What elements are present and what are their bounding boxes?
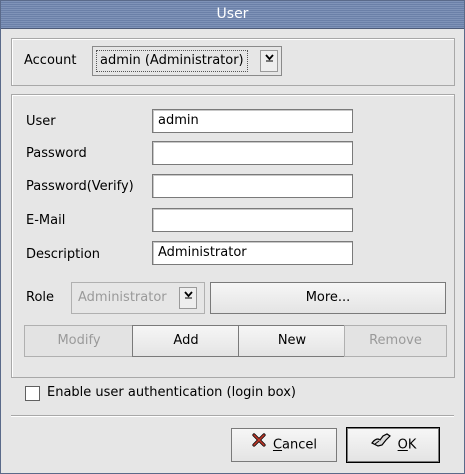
ok-button-label: K (407, 437, 417, 453)
add-button-label: Add (173, 333, 199, 348)
more-button-label: More... (305, 290, 351, 305)
new-button-label: New (277, 333, 307, 348)
chevron-down-icon[interactable] (260, 50, 278, 72)
password-field[interactable] (152, 141, 353, 165)
user-field[interactable]: admin (152, 109, 353, 133)
window-titlebar[interactable]: User (1, 1, 464, 29)
cancel-button[interactable]: Cancel (231, 428, 337, 462)
password-verify-field[interactable] (152, 174, 353, 198)
cancel-x-icon (251, 429, 267, 461)
auth-checkbox[interactable] (25, 386, 40, 401)
remove-button-label: Remove (369, 333, 422, 348)
ok-button[interactable]: OK (347, 428, 439, 462)
email-field[interactable] (152, 208, 353, 232)
role-label: Role (26, 290, 55, 305)
chevron-down-icon (179, 287, 197, 309)
description-label: Description (26, 247, 101, 262)
footer-divider (11, 415, 454, 417)
account-label: Account (24, 53, 77, 68)
role-combo: Administrator (71, 282, 205, 314)
account-combo-value: admin (Administrator) (96, 50, 248, 72)
new-button[interactable]: New (238, 325, 346, 357)
password-verify-label: Password(Verify) (26, 179, 134, 194)
more-button[interactable]: More... (210, 282, 446, 314)
user-dialog-window: User Account admin (Administrator) User … (0, 0, 465, 474)
email-label: E-Mail (26, 213, 66, 228)
modify-button[interactable]: Modify (24, 325, 134, 357)
modify-button-label: Modify (57, 333, 101, 348)
ok-check-icon (370, 429, 392, 461)
cancel-button-label: ancel (282, 437, 318, 453)
account-combo[interactable]: admin (Administrator) (92, 46, 282, 76)
window-title: User (216, 6, 249, 22)
auth-checkbox-label[interactable]: Enable user authentication (login box) (47, 385, 296, 400)
add-button[interactable]: Add (132, 325, 240, 357)
description-field[interactable]: Administrator (152, 241, 353, 265)
remove-button[interactable]: Remove (344, 325, 447, 357)
password-label: Password (26, 146, 87, 161)
role-combo-value: Administrator (78, 290, 167, 305)
user-label: User (26, 114, 56, 129)
cancel-mnemonic: C (272, 437, 283, 453)
ok-mnemonic: O (397, 437, 408, 453)
